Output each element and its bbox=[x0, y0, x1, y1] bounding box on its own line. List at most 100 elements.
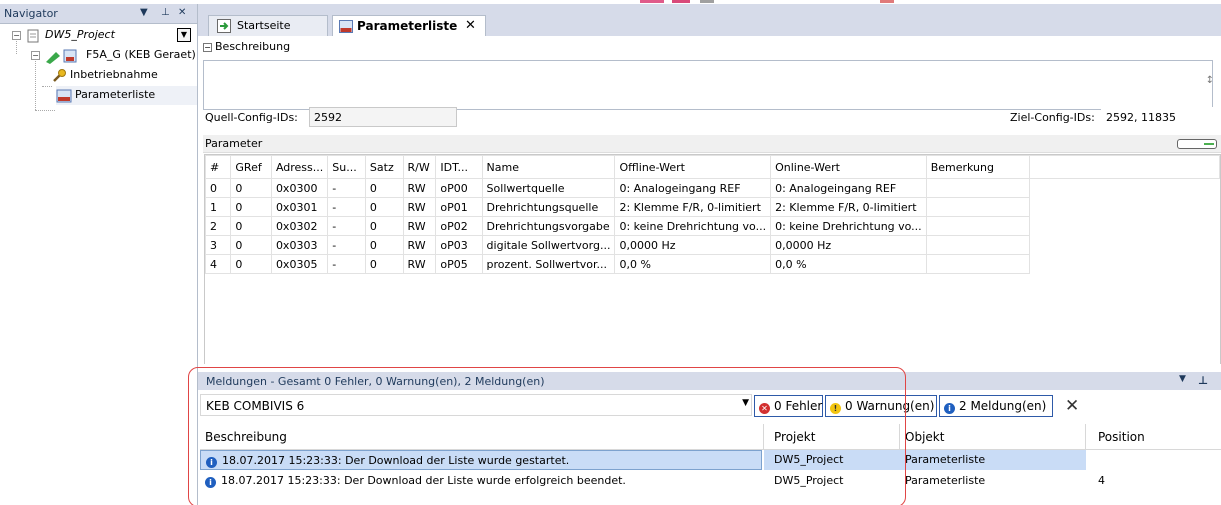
tab-parameterliste[interactable]: Parameterliste ✕ bbox=[332, 15, 486, 37]
column-header[interactable]: Offline-Wert bbox=[614, 155, 772, 179]
source-config-field[interactable]: 2592 bbox=[309, 107, 457, 127]
table-row[interactable]: 3 0 0x0303 - 0 RW oP03 digitale Sollwert… bbox=[204, 235, 1220, 255]
table-row[interactable]: 2 0 0x0302 - 0 RW oP02 Drehrichtungsvorg… bbox=[204, 216, 1220, 236]
message-row-object[interactable]: Parameterliste bbox=[900, 450, 1086, 470]
column-header-position[interactable]: Position bbox=[1086, 424, 1221, 450]
close-icon[interactable]: ✕ bbox=[178, 7, 186, 18]
parameter-grid: # GRef Adress... Su... Satz R/W IDT... N… bbox=[204, 154, 1221, 364]
column-header-description[interactable]: Beschreibung bbox=[200, 424, 764, 450]
tree-item-label: Parameterliste bbox=[75, 88, 156, 101]
message-row-position[interactable] bbox=[1086, 450, 1221, 470]
dropdown-icon[interactable]: ▼ bbox=[1179, 374, 1186, 384]
pin-icon[interactable]: ⊥ bbox=[1198, 374, 1208, 387]
cell-filler bbox=[1030, 179, 1220, 198]
message-row-project[interactable]: DW5_Project bbox=[764, 471, 900, 491]
cell-sub: - bbox=[327, 178, 366, 198]
cell-idtext: oP03 bbox=[435, 235, 483, 255]
message-row-position[interactable]: 4 bbox=[1086, 471, 1221, 491]
table-row[interactable]: 1 0 0x0301 - 0 RW oP01 Drehrichtungsquel… bbox=[204, 197, 1220, 217]
description-group-header[interactable]: − Beschreibung bbox=[203, 40, 290, 53]
column-header[interactable]: R/W bbox=[402, 155, 437, 179]
tree-dropdown-button[interactable]: ▼ bbox=[177, 28, 191, 42]
column-header[interactable]: Name bbox=[481, 155, 616, 179]
chevron-down-icon[interactable]: ▼ bbox=[742, 398, 749, 408]
message-row-description[interactable]: i 18.07.2017 15:23:33: Der Download der L… bbox=[200, 471, 762, 491]
cell-index: 0 bbox=[204, 178, 232, 198]
clear-messages-icon[interactable]: ✕ bbox=[1065, 396, 1079, 416]
message-source-select[interactable]: KEB COMBIVIS 6 ▼ bbox=[200, 394, 752, 416]
message-row-project[interactable]: DW5_Project bbox=[764, 450, 900, 470]
tree-item-project[interactable]: − DW5_Project ▼ bbox=[0, 26, 197, 45]
filter-warnings-button[interactable]: ! 0 Warnung(en) bbox=[825, 395, 937, 417]
cell-set: 0 bbox=[364, 178, 404, 198]
cell-online-value[interactable]: 0: keine Drehrichtung vo... bbox=[770, 216, 927, 236]
cell-remark[interactable] bbox=[925, 178, 1031, 198]
column-header[interactable]: Online-Wert bbox=[770, 155, 927, 179]
cell-offline-value[interactable]: 0,0 % bbox=[614, 254, 772, 274]
target-config-field[interactable]: 2592, 11835 bbox=[1101, 107, 1221, 127]
tab-close-icon[interactable]: ✕ bbox=[465, 18, 476, 33]
column-header[interactable]: Su... bbox=[327, 155, 366, 179]
cell-online-value[interactable]: 2: Klemme F/R, 0-limitiert bbox=[770, 197, 927, 217]
collapse-icon[interactable]: − bbox=[203, 43, 212, 52]
tree-item-commissioning[interactable]: Inbetriebnahme bbox=[0, 66, 197, 85]
cell-sub: - bbox=[327, 216, 366, 236]
cell-rw: RW bbox=[402, 178, 437, 198]
cell-address: 0x0305 bbox=[270, 254, 329, 274]
column-header-object[interactable]: Objekt bbox=[900, 424, 1086, 450]
panel-toggle[interactable] bbox=[1177, 139, 1217, 149]
collapse-icon[interactable]: − bbox=[12, 31, 21, 40]
filter-messages-label: 2 Meldung(en) bbox=[959, 399, 1047, 413]
column-header[interactable]: GRef bbox=[230, 155, 272, 179]
column-header-project[interactable]: Projekt bbox=[764, 424, 900, 450]
column-header[interactable]: Satz bbox=[364, 155, 404, 179]
message-row-description[interactable]: i 18.07.2017 15:23:33: Der Download der L… bbox=[200, 450, 762, 470]
column-header[interactable]: Adress... bbox=[270, 155, 329, 179]
filter-messages-button[interactable]: i 2 Meldung(en) bbox=[939, 395, 1053, 417]
tree-item-device[interactable]: − F5A_G (KEB Geraet) bbox=[0, 46, 197, 65]
info-icon: i bbox=[205, 477, 216, 488]
cell-offline-value[interactable]: 2: Klemme F/R, 0-limitiert bbox=[614, 197, 772, 217]
messages-header: Meldungen - Gesamt 0 Fehler, 0 Warnung(e… bbox=[198, 372, 1221, 390]
keb-list-icon bbox=[339, 20, 353, 33]
column-header[interactable]: IDT... bbox=[435, 155, 483, 179]
cell-remark[interactable] bbox=[925, 235, 1031, 255]
column-header[interactable]: # bbox=[204, 155, 232, 179]
tree-item-label: DW5_Project bbox=[45, 28, 115, 41]
cell-name: Drehrichtungsquelle bbox=[481, 197, 616, 217]
pin-icon[interactable]: ⊥ bbox=[161, 7, 170, 18]
cell-offline-value[interactable]: 0,0000 Hz bbox=[614, 235, 772, 255]
scroll-up-icon[interactable]: ↕ bbox=[1206, 75, 1214, 86]
cell-filler bbox=[1030, 198, 1220, 217]
cell-gref: 0 bbox=[230, 254, 272, 274]
cell-online-value[interactable]: 0,0000 Hz bbox=[770, 235, 927, 255]
message-row-object[interactable]: Parameterliste bbox=[900, 471, 1086, 491]
tree-item-parameter-list[interactable]: Parameterliste bbox=[56, 86, 197, 105]
column-header-filler bbox=[1029, 155, 1220, 179]
cell-offline-value[interactable]: 0: keine Drehrichtung vo... bbox=[614, 216, 772, 236]
cell-online-value[interactable]: 0: Analogeingang REF bbox=[770, 178, 927, 198]
wrench-icon bbox=[53, 69, 66, 82]
tab-startseite[interactable]: Startseite bbox=[208, 15, 328, 36]
cell-online-value[interactable]: 0,0 % bbox=[770, 254, 927, 274]
column-header[interactable]: Bemerkung bbox=[925, 155, 1031, 179]
description-textarea[interactable]: ↕ bbox=[203, 60, 1214, 110]
cell-remark[interactable] bbox=[925, 254, 1031, 274]
cell-name: digitale Sollwertvorg... bbox=[481, 235, 616, 255]
home-arrow-icon bbox=[217, 19, 231, 33]
device-icon bbox=[46, 49, 77, 64]
table-row[interactable]: 4 0 0x0305 - 0 RW oP05 prozent. Sollwert… bbox=[204, 254, 1220, 274]
cell-gref: 0 bbox=[230, 216, 272, 236]
dropdown-icon[interactable]: ▼ bbox=[140, 7, 148, 18]
cell-offline-value[interactable]: 0: Analogeingang REF bbox=[614, 178, 772, 198]
cell-remark[interactable] bbox=[925, 216, 1031, 236]
cell-remark[interactable] bbox=[925, 197, 1031, 217]
table-row[interactable]: 0 0 0x0300 - 0 RW oP00 Sollwertquelle 0:… bbox=[204, 178, 1220, 198]
info-icon: i bbox=[206, 457, 217, 468]
collapse-icon[interactable]: − bbox=[31, 51, 40, 60]
source-config-label: Quell-Config-IDs: bbox=[205, 111, 298, 124]
filter-errors-button[interactable]: ✕ 0 Fehler bbox=[754, 395, 823, 417]
tree-item-label: F5A_G (KEB Geraet) bbox=[86, 48, 196, 61]
cell-address: 0x0302 bbox=[270, 216, 329, 236]
keb-list-icon bbox=[56, 89, 72, 103]
